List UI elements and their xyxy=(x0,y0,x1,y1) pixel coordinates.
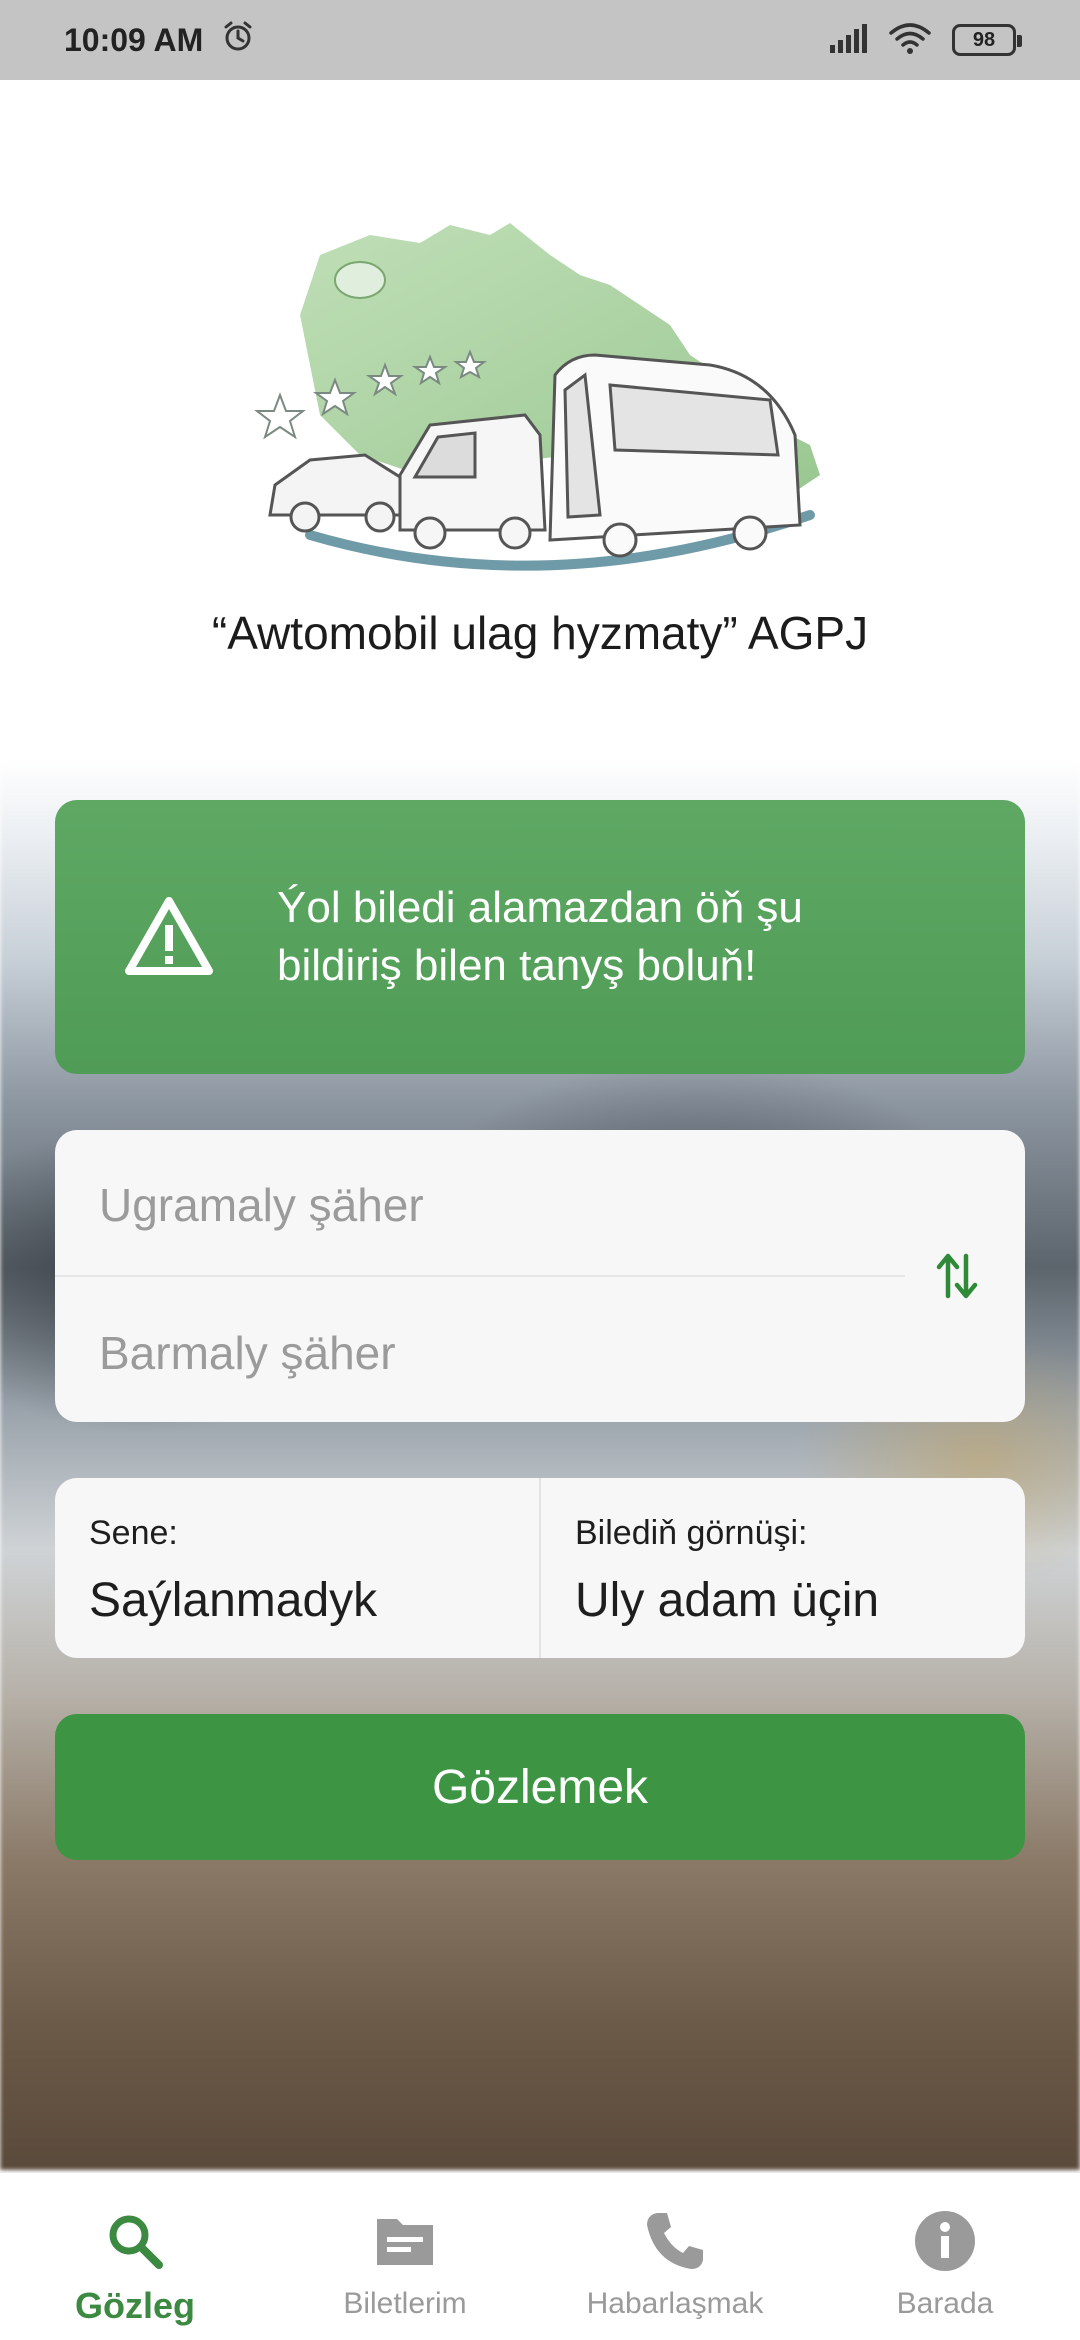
phone-icon xyxy=(643,2209,707,2273)
ticket-folder-icon xyxy=(373,2209,437,2273)
status-time: 10:09 AM xyxy=(64,21,204,58)
alarm-icon xyxy=(221,19,255,61)
company-title: “Awtomobil ulag hyzmaty” AGPJ xyxy=(211,607,869,659)
search-icon xyxy=(103,2209,167,2273)
departure-city-field[interactable]: Ugramaly şäher xyxy=(99,1178,424,1232)
status-left: 10:09 AM xyxy=(64,19,255,61)
notice-line-1: Ýol biledi alamazdan öň şu xyxy=(277,883,803,932)
ticket-type-label: Bilediň görnüşi: xyxy=(575,1514,808,1552)
nav-item-barada[interactable]: Barada xyxy=(810,2173,1080,2340)
swap-cities-button[interactable] xyxy=(929,1248,985,1308)
route-card: Ugramaly şäher Barmaly şäher xyxy=(55,1130,1025,1422)
search-button[interactable]: Gözlemek xyxy=(55,1714,1025,1860)
signal-icon xyxy=(828,23,868,58)
status-bar: 10:09 AM 98 xyxy=(0,0,1080,80)
route-divider xyxy=(55,1275,905,1277)
wifi-icon xyxy=(888,21,932,60)
nav-label-barada: Barada xyxy=(896,2287,994,2320)
bottom-nav: Gözleg Biletlerim Habarlaşmak Barada xyxy=(0,2172,1080,2340)
battery-icon: 98 xyxy=(952,24,1022,56)
nav-label-biletlerim: Biletlerim xyxy=(343,2287,467,2320)
notice-banner[interactable]: Ýol biledi alamazdan öň şu bildiriş bile… xyxy=(55,800,1025,1074)
info-icon xyxy=(913,2209,977,2273)
battery-level: 98 xyxy=(972,28,996,51)
notice-text: Ýol biledi alamazdan öň şu bildiriş bile… xyxy=(277,879,803,995)
swap-vertical-icon xyxy=(935,1250,979,1307)
agpj-logo xyxy=(250,215,830,585)
nav-label-gozleg: Gözleg xyxy=(74,2285,195,2326)
nav-label-habarlasmak: Habarlaşmak xyxy=(586,2287,764,2320)
options-card: Sene: Saýlanmadyk Bilediň görnüşi: Uly a… xyxy=(55,1478,1025,1658)
date-value: Saýlanmadyk xyxy=(89,1574,378,1627)
date-label: Sene: xyxy=(89,1514,178,1552)
notice-line-2: bildiriş bilen tanyş boluň! xyxy=(277,941,757,990)
ticket-type-selector[interactable]: Bilediň görnüşi: Uly adam üçin xyxy=(539,1478,1025,1658)
warning-icon xyxy=(121,889,217,985)
nav-item-habarlasmak[interactable]: Habarlaşmak xyxy=(540,2173,810,2340)
date-selector[interactable]: Sene: Saýlanmadyk xyxy=(55,1478,539,1658)
nav-item-gozleg[interactable]: Gözleg xyxy=(0,2173,270,2340)
ticket-type-value: Uly adam üçin xyxy=(575,1574,880,1627)
nav-item-biletlerim[interactable]: Biletlerim xyxy=(270,2173,540,2340)
status-right: 98 xyxy=(828,21,1022,60)
arrival-city-field[interactable]: Barmaly şäher xyxy=(99,1326,396,1380)
